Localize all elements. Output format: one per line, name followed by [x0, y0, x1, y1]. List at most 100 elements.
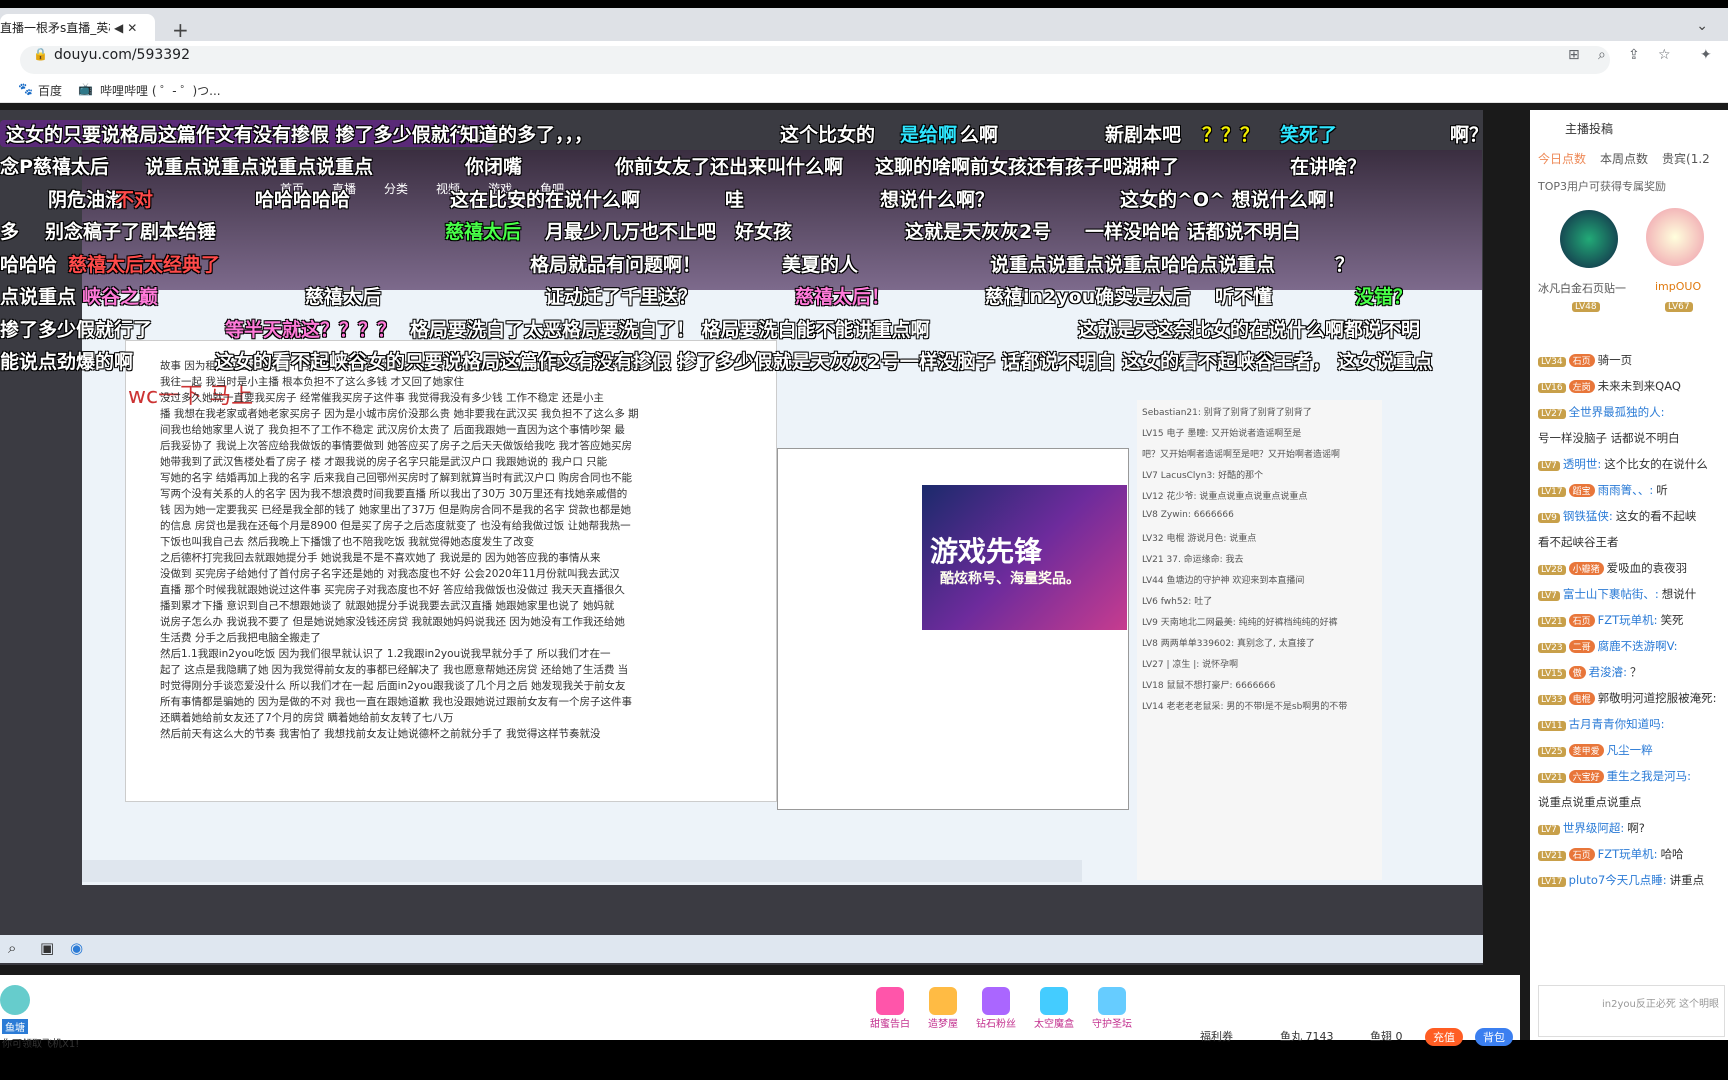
fan-badge: 石页	[1568, 354, 1595, 367]
share-icon[interactable]: ⇪	[1628, 47, 1640, 63]
chat-username[interactable]: 全世界最孤独的人:	[1569, 405, 1665, 419]
gift-label: 守护圣坛	[1092, 1019, 1132, 1030]
chat-username[interactable]: 富士山下裹帖街、:	[1563, 587, 1659, 601]
chat-username[interactable]: 钢铁猛侠:	[1563, 509, 1613, 523]
edge-icon[interactable]: ◉	[70, 939, 83, 957]
chat-text: 讲重点	[1669, 873, 1705, 887]
search-icon[interactable]: ⌕	[8, 939, 16, 957]
document-line: 播到累才下播 意识到自己不想跟她谈了 就跟她提分手说我要去武汉直播 她跟她家里也…	[160, 600, 615, 612]
danmaku-message: 好女孩	[735, 221, 793, 243]
danmaku-message: 多	[0, 221, 20, 243]
danmaku-message: 这就是天这奈比女的在说什么啊都说不明	[1078, 319, 1421, 341]
chat-username[interactable]: 透明世:	[1563, 457, 1601, 471]
danmaku-message: 慈禧太后太经典了	[68, 254, 221, 276]
top-user-level-1: LV67	[1665, 298, 1696, 313]
danmaku-message: 慈禧太后！	[795, 286, 891, 308]
chat-message: LV7 世界级阿超: 啊?	[1538, 820, 1728, 836]
chat-message: LV28 小瓣猪 爱吸血的袁夜羽	[1538, 560, 1728, 576]
level-badge: LV21	[1538, 617, 1566, 627]
chat-username[interactable]: 重生之我是河马:	[1607, 769, 1691, 783]
gift-item[interactable]: 守护圣坛	[1092, 987, 1132, 1030]
chat-username[interactable]: 古月青青你知道吗:	[1569, 717, 1665, 731]
chat-username[interactable]: FZT玩单机:	[1598, 847, 1658, 861]
inner-chat-line: LV15 电子 墨瞳: 又开始说者造谣啊至是	[1142, 429, 1302, 439]
document-line: 时觉得刚分手谈恋爱没什么 所以我们才在一起 后面in2you跟我谈了几个月之后 …	[160, 680, 626, 692]
document-line: 播 我想在我老家或者她老家买房子 因为是小城市房价没那么贵 她非要我在武汉买 我…	[160, 408, 639, 420]
fan-badge: 左岗	[1568, 380, 1595, 393]
document-line: 直播 那个时候我就跟她说过这件事 买完房子对我态度也不好 答应给我做饭也没做过 …	[160, 584, 625, 596]
plane-notice[interactable]: 你可领取飞机X1!	[2, 1035, 79, 1050]
inner-chat-line: LV7 LacusClyn3: 好酷的那个	[1142, 471, 1264, 481]
chat-username[interactable]: 君浚濬:	[1589, 665, 1627, 679]
chat-message: LV17 pluto7今天几点睡: 讲重点	[1538, 872, 1728, 888]
chat-text: 这个比女的在说什么	[1604, 457, 1708, 471]
chat-message: LV16 左岗 未来未到来QAQ	[1538, 378, 1728, 394]
document-line: 的信息 房贷也是我在还每个月是8900 但是买了房子之后态度就变了 也没有给我做…	[160, 520, 631, 532]
danmaku-message: 么啊	[960, 124, 999, 146]
chat-username[interactable]: 凡尘一粹	[1607, 743, 1653, 757]
zoom-icon[interactable]: ⌕	[1598, 47, 1606, 63]
danmaku-message: 笑死了	[1280, 124, 1338, 146]
document-line: 还瞒着她给前女友还了7个月的房贷 瞒着她给前女友转了七八万	[160, 712, 454, 724]
gift-icon	[929, 987, 957, 1015]
panel-header[interactable]: 主播投稿	[1565, 120, 1613, 137]
inner-chat-line: LV6 fwh52: 吐了	[1142, 597, 1213, 607]
taskview-icon[interactable]: ▣	[40, 939, 54, 957]
tab-search-icon[interactable]: ⌄	[1696, 18, 1708, 34]
level-badge: LV11	[1538, 721, 1566, 731]
danmaku-message: 这个比女的	[780, 124, 876, 146]
chat-text: 郭敬明河道挖服被淹死:	[1597, 691, 1717, 705]
welfare-link[interactable]: 福利券	[1200, 1028, 1233, 1044]
level-badge: LV34	[1538, 357, 1566, 367]
chat-username[interactable]: pluto7今天几点睡:	[1569, 873, 1667, 887]
gift-item[interactable]: 太空魔盒	[1034, 987, 1074, 1030]
gift-item[interactable]: 甜蜜告白	[870, 987, 910, 1030]
top-user-name-1: impOUO	[1655, 280, 1702, 293]
inner-chat-line: LV27 | 凉生 |: 说怀孕啊	[1142, 660, 1239, 670]
level-badge: LV15	[1538, 669, 1566, 679]
tab-vip[interactable]: 贵宾(1.2	[1662, 150, 1710, 167]
inner-chat-line: LV21 37. 命运缘命: 我去	[1142, 555, 1244, 565]
danmaku-message: ？	[1335, 254, 1355, 276]
danmaku-message: 想说什么啊？	[880, 189, 995, 211]
chat-message: LV15 傲君浚濬:？	[1538, 664, 1728, 680]
chat-username[interactable]: 腐鹿不迭游啊V:	[1598, 639, 1678, 653]
tab-week[interactable]: 本周点数	[1600, 150, 1648, 167]
danmaku-message: 你闭嘴	[465, 156, 523, 178]
translate-icon[interactable]: ⊞	[1568, 47, 1580, 63]
document-line: 下饭也叫我自己去 然后我晚上下播饿了也不陪我吃饭 我就觉得她态度发生了改变	[160, 536, 535, 548]
level-badge: LV7	[1538, 461, 1560, 471]
star-icon[interactable]: ☆	[1658, 47, 1671, 63]
fan-badge: 小瓣猪	[1568, 562, 1604, 575]
top-user-level-2: LV48	[1572, 298, 1603, 313]
danmaku-message: 在讲啥？	[1290, 156, 1367, 178]
danmaku-message: 不对	[115, 189, 154, 211]
chat-text: 啊?	[1627, 821, 1645, 835]
avatar[interactable]	[1646, 208, 1704, 266]
level-badge: LV25	[1538, 747, 1566, 757]
recharge-button[interactable]: 充值	[1425, 1028, 1463, 1046]
chat-message: LV7 富士山下裹帖街、: 想说什	[1538, 586, 1728, 602]
document-line: 间我也给她家里人说了 我负担不了工作不稳定 武汉房价太贵了 后面我跟她一直因为这…	[160, 424, 625, 436]
danmaku-message: 啊？	[1450, 124, 1489, 146]
avatar[interactable]	[1560, 210, 1618, 268]
inner-chat-line: LV32 电棍 游说月色: 说重点	[1142, 534, 1257, 544]
chat-text: 骑一页	[1597, 353, 1633, 367]
gift-item[interactable]: 造梦屋	[928, 987, 958, 1030]
danmaku-message: 念P慈禧太后	[0, 156, 109, 178]
fishpond-icon[interactable]	[0, 985, 30, 1015]
tab-today[interactable]: 今日点数	[1538, 150, 1586, 167]
chat-username[interactable]: FZT玩单机:	[1598, 613, 1658, 627]
gift-item[interactable]: 钻石粉丝	[976, 987, 1016, 1030]
danmaku-message: 哈哈哈	[0, 254, 58, 276]
chat-message: LV34 石页 骑一页	[1538, 352, 1728, 368]
chat-input[interactable]	[1538, 985, 1725, 1037]
danmaku-message: 格局要洗白了太恶格局要洗白了！ 格局要洗白能不能讲重点啊	[410, 319, 930, 341]
fishball-count: 鱼丸 7143	[1280, 1030, 1334, 1043]
inner-chat-line: LV18 鼠鼠不想打豪尸: 6666666	[1142, 681, 1276, 691]
extensions-icon[interactable]: ✦	[1700, 47, 1712, 63]
bag-button[interactable]: 背包	[1475, 1028, 1513, 1046]
chat-message: LV11 古月青青你知道吗:	[1538, 716, 1728, 732]
chat-username[interactable]: 世界级阿超:	[1563, 821, 1624, 835]
chat-username[interactable]: 雨雨箐、、:	[1598, 483, 1654, 497]
